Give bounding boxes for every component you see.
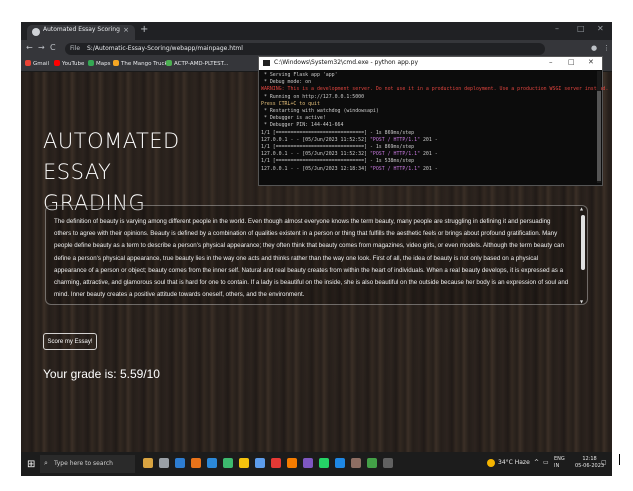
search-placeholder: Type here to search xyxy=(54,460,113,467)
menu-icon[interactable]: ⋮ xyxy=(603,44,610,52)
cmd-line: * Debugger is active! xyxy=(261,115,326,122)
whatsapp-icon[interactable] xyxy=(319,458,329,468)
maximize-icon[interactable]: □ xyxy=(577,24,585,33)
cmd-line: * Serving Flask app 'app' xyxy=(261,72,338,78)
new-tab-button[interactable]: + xyxy=(140,24,148,35)
widget-icon[interactable] xyxy=(143,458,153,468)
browser-tab-bar: Automated Essay Scoring × + – □ ✕ xyxy=(21,22,612,40)
windows-taskbar: ⊞ ⌕ Type here to search 34°C Haze ^ ▭ EN… xyxy=(21,452,612,476)
clock-date: 05-06-2023 xyxy=(575,463,605,469)
cmd-line: 1/1 [==============================] - 1… xyxy=(261,158,415,165)
back-icon[interactable]: ← xyxy=(26,43,33,52)
cmd-minimize-icon[interactable]: – xyxy=(549,58,553,66)
weather-icon[interactable] xyxy=(487,459,495,467)
url-prefix: File xyxy=(70,45,81,52)
close-tab-icon[interactable]: × xyxy=(123,26,129,34)
app-icon[interactable] xyxy=(335,458,345,468)
cmd-line: 127.0.0.1 - - [05/Jun/2023 11:52:52] "PO… xyxy=(261,136,438,143)
browser-tab[interactable]: Automated Essay Scoring × xyxy=(27,25,135,40)
network-icon[interactable]: ▭ xyxy=(543,459,549,466)
cmd-line: * Debug mode: on xyxy=(261,79,312,86)
language-code: ENG xyxy=(554,456,565,462)
cmd-line: WARNING: This is a development server. D… xyxy=(261,86,609,93)
cmd-line: 1/1 [==============================] - 1… xyxy=(261,144,415,151)
bookmark-gmail[interactable]: Gmail xyxy=(25,60,49,67)
app-icon[interactable] xyxy=(287,458,297,468)
scroll-up-icon[interactable]: ▲ xyxy=(580,206,583,211)
globe-icon xyxy=(32,28,40,36)
cmd-line: * Restarting with watchdog (windowsapi) xyxy=(261,108,379,115)
minimize-icon[interactable]: – xyxy=(555,24,559,33)
bookmark-maps[interactable]: Maps xyxy=(88,60,110,67)
notification-icon[interactable]: ▢ xyxy=(601,459,607,466)
app-icon[interactable] xyxy=(303,458,313,468)
profile-icon[interactable]: ● xyxy=(591,44,597,52)
url-text[interactable]: S:/Automatic-Essay-Scoring/webapp/mainpa… xyxy=(87,45,243,52)
gmail-icon xyxy=(25,60,31,66)
cmd-window[interactable]: C:\Windows\System32\cmd.exe - python app… xyxy=(258,56,608,186)
maps-icon xyxy=(88,60,94,66)
region-code: IN xyxy=(554,463,560,469)
bookmark-youtube[interactable]: YouTube xyxy=(54,60,84,67)
cmd-close-icon[interactable]: ✕ xyxy=(588,58,594,66)
cmd-line: * Running on http://127.0.0.1:5000 xyxy=(261,93,365,100)
app-icon[interactable] xyxy=(351,458,361,468)
mail-icon[interactable] xyxy=(175,458,185,468)
clock-time: 12:18 xyxy=(582,456,597,462)
tab-title: Automated Essay Scoring xyxy=(43,26,120,33)
youtube-icon xyxy=(54,60,60,66)
weather-text[interactable]: 34°C Haze xyxy=(498,459,530,466)
task-view-icon[interactable] xyxy=(159,458,169,468)
bookmark-icon xyxy=(113,60,119,66)
chrome-icon[interactable] xyxy=(367,458,377,468)
essay-text[interactable]: The definition of beauty is varying amon… xyxy=(46,206,587,301)
app-icon[interactable] xyxy=(255,458,265,468)
windows-start-icon[interactable]: ⊞ xyxy=(27,459,35,470)
bookmark-actp[interactable]: ACTP-AMD-PLTEST... xyxy=(166,60,229,67)
essay-scrollbar[interactable]: ▲ ▼ xyxy=(580,206,585,304)
reload-icon[interactable]: C xyxy=(50,43,56,52)
clock[interactable]: 12:18 05-06-2023 xyxy=(575,455,604,469)
cmd-icon xyxy=(263,60,270,66)
cmd-line: 127.0.0.1 - - [05/Jun/2023 12:18:34] "PO… xyxy=(261,165,438,172)
terminal-icon[interactable] xyxy=(383,458,393,468)
address-bar[interactable]: File S:/Automatic-Essay-Scoring/webapp/m… xyxy=(65,43,545,55)
text-cursor xyxy=(619,454,620,465)
cmd-title-bar[interactable]: C:\Windows\System32\cmd.exe - python app… xyxy=(259,57,602,70)
scrollbar-thumb[interactable] xyxy=(581,215,585,270)
cmd-maximize-icon[interactable]: □ xyxy=(568,58,575,66)
cmd-scrollbar-thumb[interactable] xyxy=(597,91,601,181)
cmd-line: 127.0.0.1 - - [05/Jun/2023 11:52:32] "PO… xyxy=(261,151,438,158)
score-essay-button[interactable]: Score my Essay! xyxy=(43,333,97,350)
file-explorer-icon[interactable] xyxy=(239,458,249,468)
firefox-icon[interactable] xyxy=(191,458,201,468)
grade-result: Your grade is: 5.59/10 xyxy=(43,367,160,381)
cmd-line: Press CTRL+C to quit xyxy=(261,100,320,107)
cmd-line: * Debugger PIN: 144-441-664 xyxy=(261,122,344,129)
desktop-screen: Automated Essay Scoring × + – □ ✕ ← → C … xyxy=(21,22,612,476)
essay-textarea[interactable]: The definition of beauty is varying amon… xyxy=(45,205,588,305)
scroll-down-icon[interactable]: ▼ xyxy=(580,299,583,304)
forward-icon[interactable]: → xyxy=(38,43,45,52)
vscode-icon[interactable] xyxy=(207,458,217,468)
title-line-1: AUTOMATED ESSAY xyxy=(43,129,180,184)
cmd-title: C:\Windows\System32\cmd.exe - python app… xyxy=(274,59,419,66)
tray-chevron-icon[interactable]: ^ xyxy=(534,459,539,466)
pycharm-icon[interactable] xyxy=(223,458,233,468)
close-window-icon[interactable]: ✕ xyxy=(597,24,604,33)
bookmark-icon xyxy=(166,60,172,66)
search-icon: ⌕ xyxy=(44,459,48,467)
language-indicator[interactable]: ENG IN xyxy=(554,455,565,469)
app-icon[interactable] xyxy=(271,458,281,468)
bookmark-mango-truck[interactable]: The Mango Truck xyxy=(113,60,168,67)
cmd-output: * Serving Flask app 'app' * Debug mode: … xyxy=(261,72,608,173)
taskbar-search[interactable]: ⌕ Type here to search xyxy=(40,455,135,473)
cmd-scrollbar[interactable] xyxy=(597,71,601,183)
cmd-line: 1/1 [==============================] - 1… xyxy=(261,129,415,136)
